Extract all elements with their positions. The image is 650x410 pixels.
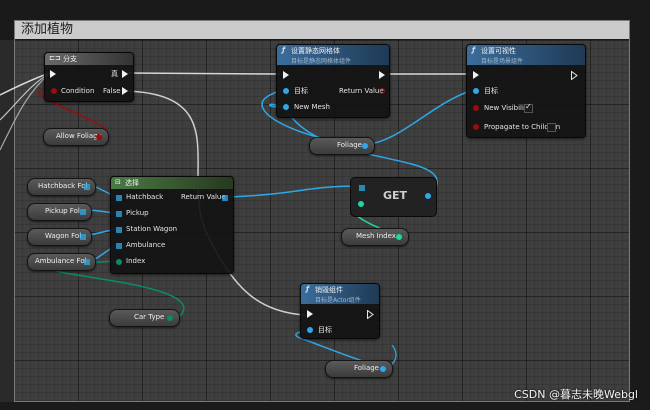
var-foliage-1-label: Foliage [337, 141, 362, 149]
select-return-label: Return Value [181, 193, 226, 201]
set-vis-target-pin[interactable] [473, 88, 479, 94]
exec-wire-in-1 [0, 72, 51, 96]
exec-wire-true-setmesh [125, 72, 281, 75]
destroy-title: 销毁组件 [315, 286, 343, 294]
branch-condition-label: Condition [61, 87, 95, 95]
get-node[interactable]: GET [350, 177, 437, 217]
select-option-3: Ambulance [126, 241, 166, 249]
select-title: 选择 [125, 179, 139, 187]
select-option-2: Station Wagon [126, 225, 178, 233]
set-mesh-title: 设置静态网格体 [291, 47, 340, 55]
var-wagon-foliage[interactable]: Wagon Fol [27, 228, 92, 246]
destroy-subtitle: 目标是Actor组件 [315, 297, 361, 304]
var-mesh-index-label: Mesh Index [356, 232, 396, 240]
blueprint-canvas[interactable]: 添加植物 ⊏⊐ 分支 真 Condition False ƒ 设置静态网格体 目… [0, 0, 650, 410]
var-mesh-index[interactable]: Mesh Index [341, 228, 409, 246]
branch-title: 分支 [63, 55, 77, 63]
get-index-pin[interactable] [358, 201, 364, 207]
var-pickup-label: Pickup Fol [45, 207, 80, 215]
var-allow-foliage-pin[interactable] [96, 134, 102, 140]
set-mesh-subtitle: 目标是静态网格体组件 [291, 58, 352, 65]
var-car-type[interactable]: Car Type [109, 309, 180, 327]
var-hatchback-pin[interactable] [84, 184, 90, 190]
var-hatchback-label: Hatchback Fol [38, 182, 88, 190]
select-option-0-pin[interactable] [116, 195, 122, 201]
select-option-2-pin[interactable] [116, 227, 122, 233]
branch-exec-in-pin[interactable] [50, 70, 56, 78]
var-ambulance-pin[interactable] [84, 259, 90, 265]
set-mesh-exec-out-pin[interactable] [379, 71, 385, 79]
branch-condition-pin[interactable] [51, 88, 57, 94]
var-wagon-pin[interactable] [80, 234, 86, 240]
var-car-type-label: Car Type [134, 313, 165, 321]
select-option-3-pin[interactable] [116, 243, 122, 249]
function-icon: ƒ [472, 46, 476, 54]
destroy-exec-out-pin[interactable] [367, 310, 374, 319]
select-index-pin[interactable] [116, 259, 122, 265]
branch-false-pin[interactable] [122, 87, 128, 95]
var-foliage-1[interactable]: Foliage [309, 137, 375, 155]
select-icon: ⊟ [115, 178, 121, 186]
set-mesh-new-mesh-pin[interactable] [283, 104, 289, 110]
function-icon: ƒ [282, 46, 286, 54]
set-mesh-exec-in-pin[interactable] [283, 71, 289, 79]
select-node[interactable]: ⊟ 选择 Hatchback Return Value Pickup Stati… [110, 176, 234, 274]
destroy-target-pin[interactable] [307, 327, 313, 333]
set-vis-new-visibility-pin[interactable] [473, 105, 479, 111]
select-option-1: Pickup [126, 209, 149, 217]
var-ambulance-foliage[interactable]: Ambulance Fol [27, 253, 96, 271]
select-option-0: Hatchback [126, 193, 164, 201]
set-visibility-node[interactable]: ƒ 设置可视性 目标是场景组件 目标 New Visibility ✓ Prop… [466, 44, 586, 138]
set-mesh-return-label: Return Value [339, 87, 384, 95]
branch-false-label: False [103, 87, 121, 95]
var-ambulance-label: Ambulance Fol [35, 257, 87, 265]
destroy-component-node[interactable]: ƒ 销毁组件 目标是Actor组件 目标 [300, 283, 380, 339]
var-foliage-2-pin[interactable] [380, 366, 386, 372]
var-pickup-pin[interactable] [80, 209, 86, 215]
destroy-target-label: 目标 [318, 326, 332, 334]
var-mesh-index-pin[interactable] [396, 234, 402, 240]
var-wagon-label: Wagon Fol [45, 232, 82, 240]
var-allow-foliage[interactable]: Allow Foliage [43, 128, 109, 146]
get-out-pin[interactable] [425, 193, 431, 199]
watermark: CSDN @暮志未晚Webgl [514, 388, 638, 401]
new-visibility-checkbox[interactable]: ✓ [524, 102, 533, 113]
set-mesh-target-pin[interactable] [283, 88, 289, 94]
arr-wire-select-get [227, 185, 357, 198]
set-vis-exec-out-pin[interactable] [571, 71, 578, 80]
set-vis-subtitle: 目标是场景组件 [481, 58, 524, 65]
var-foliage-2[interactable]: Foliage [325, 360, 393, 378]
set-mesh-new-mesh-label: New Mesh [294, 103, 330, 111]
set-vis-target-label: 目标 [484, 87, 498, 95]
get-label: GET [383, 189, 408, 202]
destroy-exec-in-pin[interactable] [307, 310, 313, 318]
set-static-mesh-node[interactable]: ƒ 设置静态网格体 目标是静态网格体组件 目标 Return Value New… [276, 44, 390, 118]
select-index-label: Index [126, 257, 146, 265]
set-mesh-return-pin[interactable] [379, 88, 385, 94]
var-foliage-2-label: Foliage [354, 364, 379, 372]
branch-true-label: 真 [111, 70, 118, 78]
set-vis-exec-in-pin[interactable] [473, 71, 479, 79]
branch-true-pin[interactable] [122, 70, 128, 78]
set-mesh-target-label: 目标 [294, 87, 308, 95]
set-vis-propagate-pin[interactable] [473, 124, 479, 130]
select-return-pin[interactable] [222, 195, 228, 201]
get-array-in-pin[interactable] [359, 185, 365, 191]
var-pickup-foliage[interactable]: Pickup Fol [27, 203, 92, 221]
set-vis-title: 设置可视性 [481, 47, 516, 55]
branch-node[interactable]: ⊏⊐ 分支 真 Condition False [44, 52, 134, 102]
var-car-type-pin[interactable] [167, 315, 173, 321]
var-hatchback-foliage[interactable]: Hatchback Fol [27, 178, 96, 196]
var-foliage-1-pin[interactable] [362, 143, 368, 149]
branch-icon: ⊏⊐ [49, 54, 61, 62]
checkmark-icon: ✓ [525, 102, 532, 111]
propagate-checkbox[interactable] [547, 123, 556, 132]
select-option-1-pin[interactable] [116, 211, 122, 217]
function-icon: ƒ [306, 285, 310, 293]
